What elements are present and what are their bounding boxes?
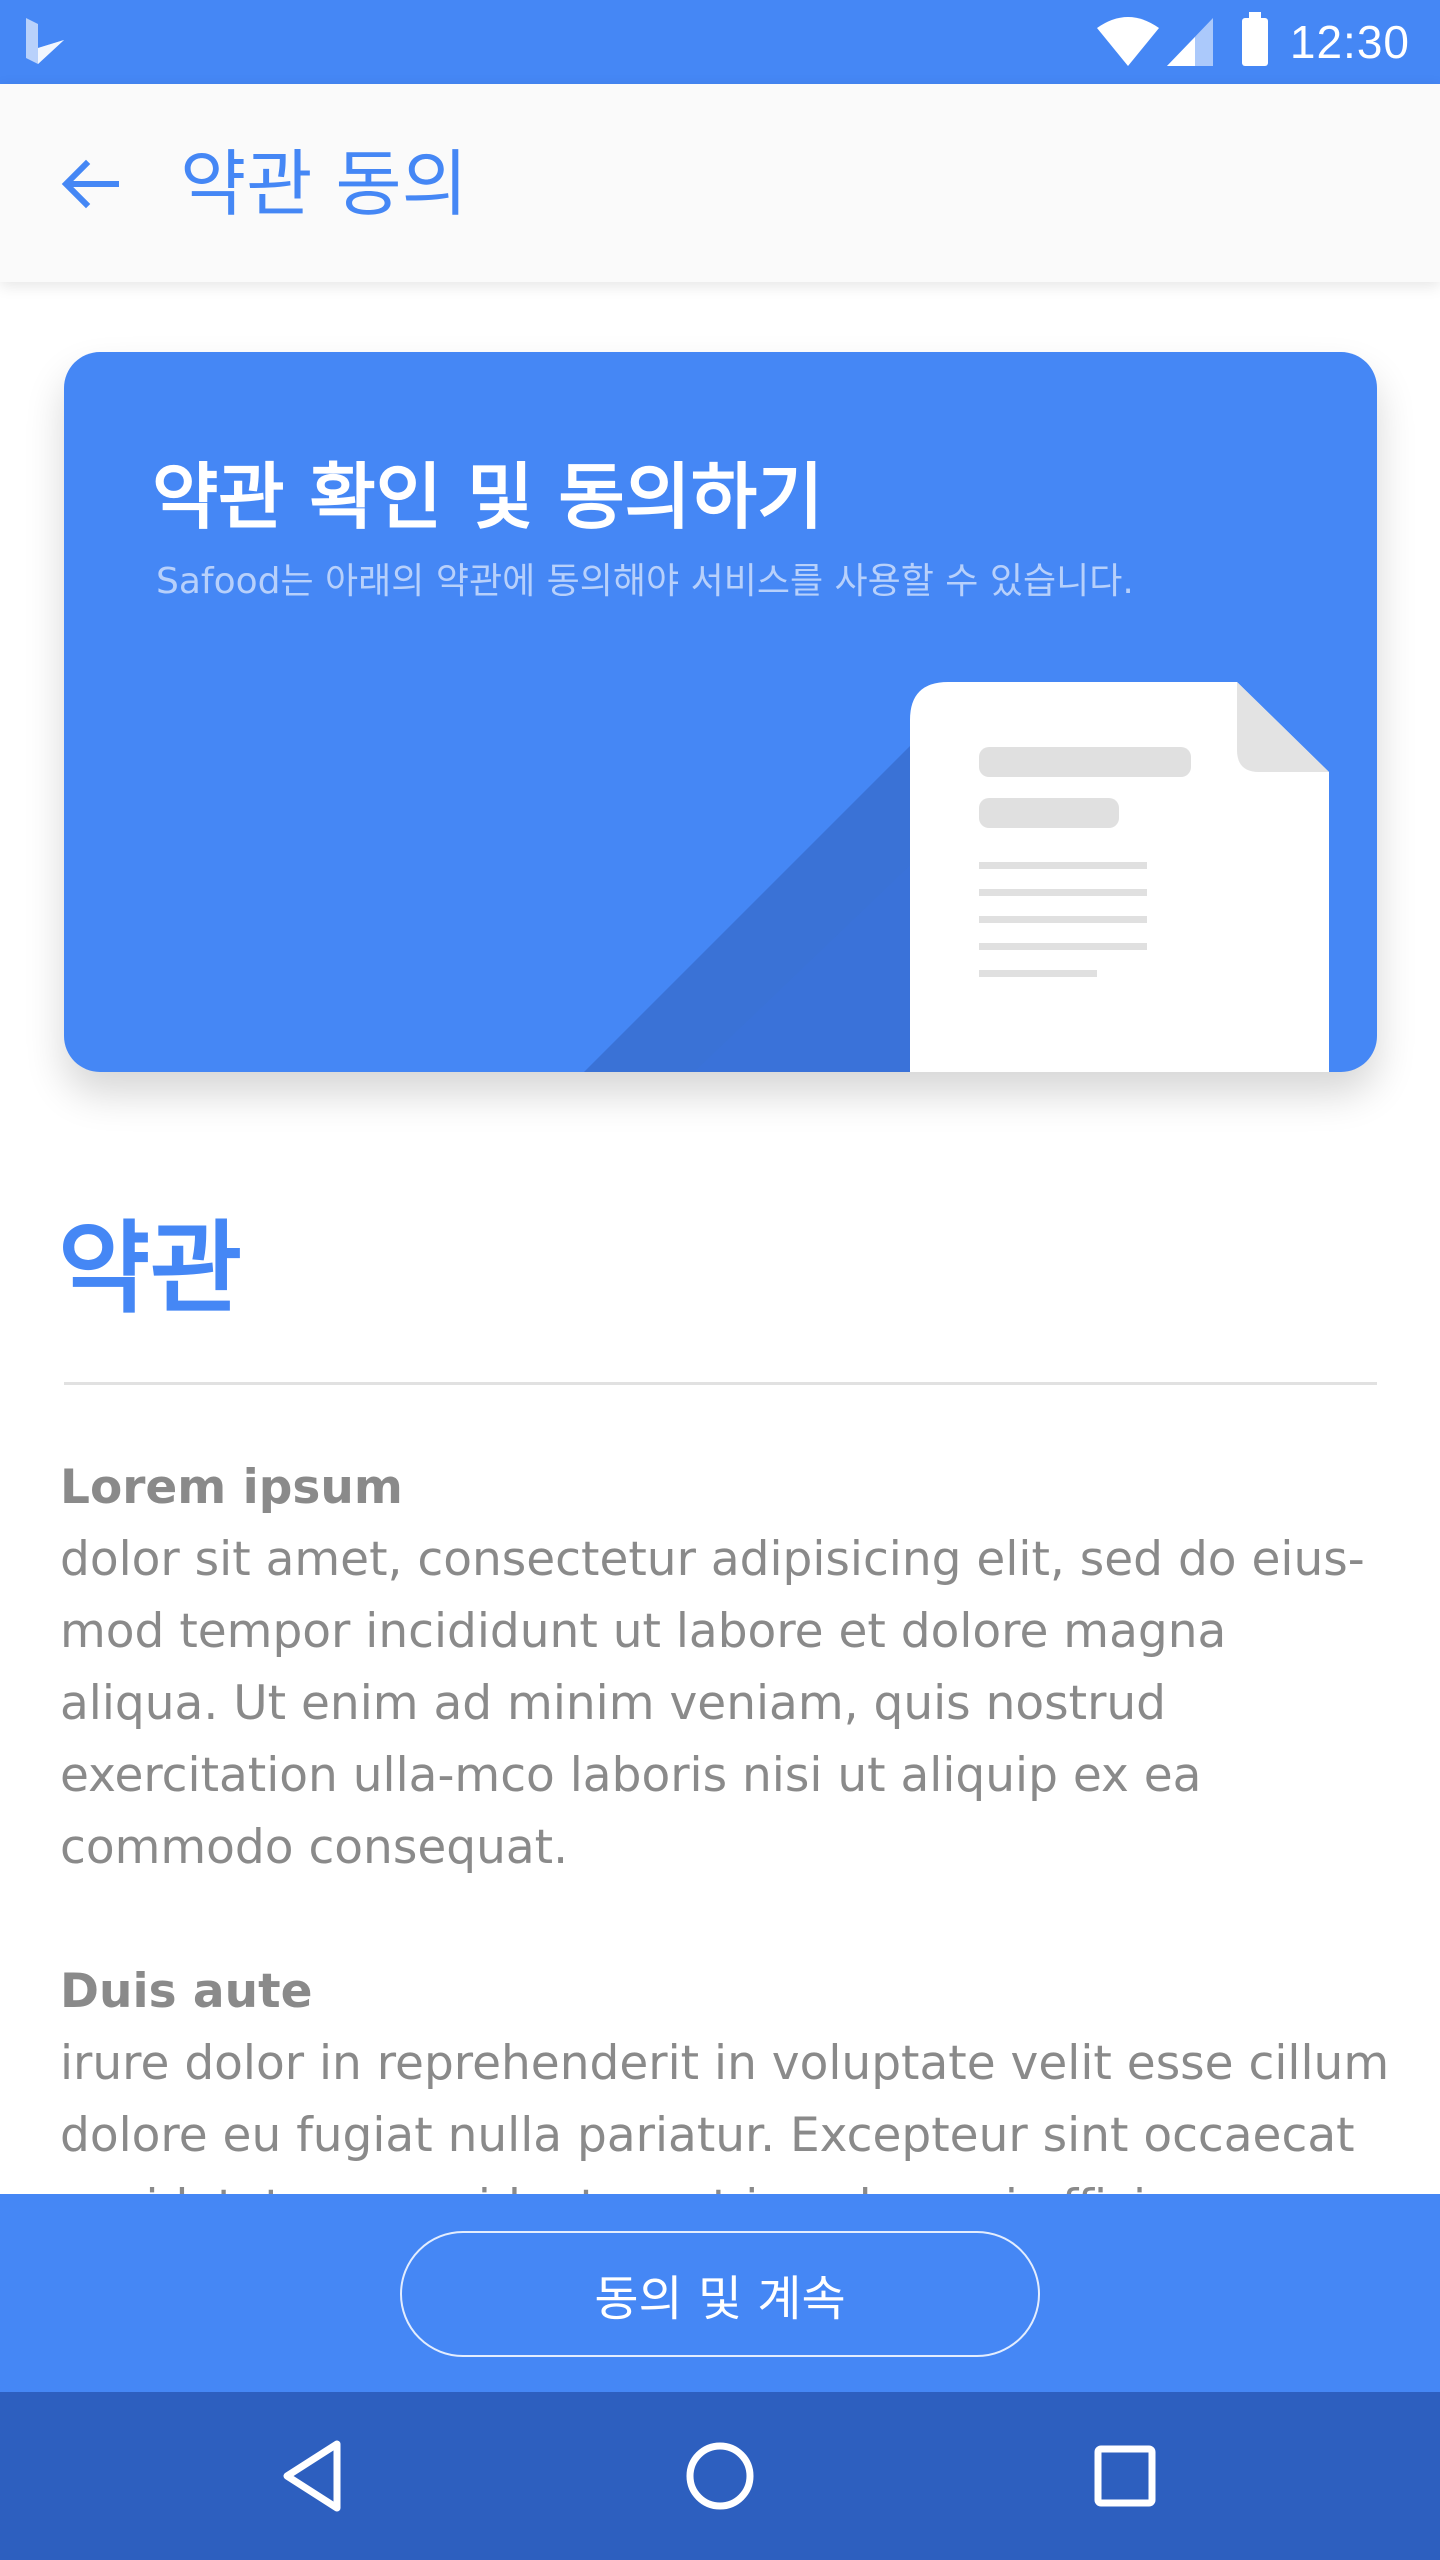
battery-icon [1242, 12, 1268, 66]
terms-text: Lorem ipsum dolor sit amet, consectetur … [60, 1452, 1390, 2194]
terms-heading: Lorem ipsum [60, 1460, 403, 1515]
terms-content[interactable]: 약관 확인 및 동의하기 Safood는 아래의 약관에 동의해야 서비스를 사… [0, 282, 1440, 2194]
app-logo-icon [26, 18, 64, 64]
wifi-icon [1097, 17, 1159, 66]
nav-back-button[interactable] [265, 2426, 365, 2526]
hero-title: 약관 확인 및 동의하기 [152, 455, 824, 539]
bottom-action-bar: 동의 및 계속 [0, 2194, 1440, 2392]
back-triangle-icon [283, 2440, 341, 2512]
nav-recents-button[interactable] [1075, 2426, 1175, 2526]
terms-heading: Duis aute [60, 1964, 313, 2019]
terms-paragraph: Duis aute irure dolor in reprehenderit i… [60, 1956, 1390, 2194]
home-circle-icon [686, 2442, 754, 2510]
recents-square-icon [1094, 2445, 1156, 2507]
status-bar: 12:30 [0, 0, 1440, 84]
terms-body: dolor sit amet, consectetur adipisicing … [60, 1532, 1365, 1875]
status-clock: 12:30 [1289, 16, 1410, 68]
back-button[interactable] [50, 144, 130, 224]
page-title: 약관 동의 [180, 142, 468, 226]
hero-subtitle: Safood는 아래의 약관에 동의해야 서비스를 사용할 수 있습니다. [156, 561, 1134, 602]
arrow-back-icon [61, 159, 119, 209]
app-bar: 약관 동의 [0, 84, 1440, 282]
cell-signal-icon [1167, 18, 1213, 66]
agree-continue-button[interactable]: 동의 및 계속 [400, 2231, 1040, 2357]
divider [64, 1382, 1377, 1385]
section-title: 약관 [58, 1210, 242, 1327]
hero-card: 약관 확인 및 동의하기 Safood는 아래의 약관에 동의해야 서비스를 사… [64, 352, 1377, 1072]
terms-body: irure dolor in reprehenderit in voluptat… [60, 2036, 1390, 2194]
nav-home-button[interactable] [670, 2426, 770, 2526]
system-nav-bar [0, 2392, 1440, 2560]
terms-paragraph: Lorem ipsum dolor sit amet, consectetur … [60, 1452, 1390, 1884]
